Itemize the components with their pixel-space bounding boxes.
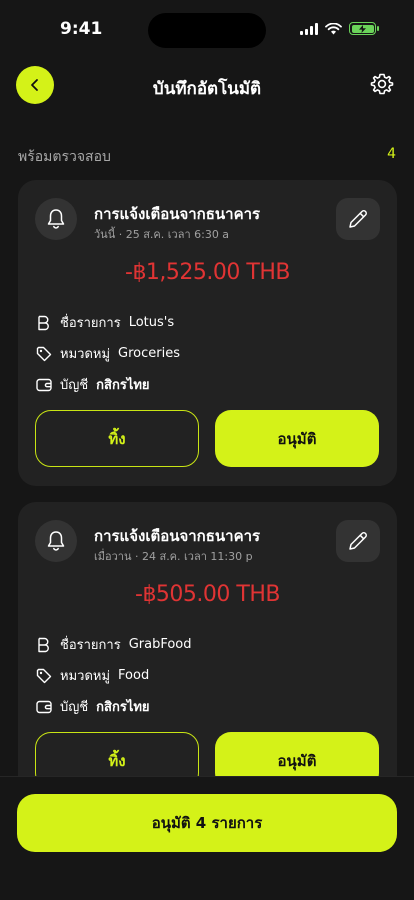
pencil-icon (349, 532, 367, 550)
tag-icon (36, 668, 52, 684)
wallet-icon (36, 377, 52, 393)
account-value: กสิกรไทย (96, 378, 150, 393)
transaction-card: การแจ้งเตือนจากธนาคาร วันนี้ · 25 ส.ค. เ… (18, 180, 397, 486)
category-label: หมวดหมู่ (60, 669, 111, 684)
account-label: บัญชี (60, 700, 89, 715)
card-title: การแจ้งเตือนจากธนาคาร (94, 527, 261, 545)
transaction-amount: -฿1,525.00 THB (125, 260, 290, 285)
section-header: พร้อมตรวจสอบ 4 (18, 146, 396, 168)
account-label: บัญชี (60, 378, 89, 393)
wallet-icon (36, 699, 52, 715)
merchant-label: ชื่อรายการ (60, 638, 121, 653)
status-time: 9:41 (60, 19, 103, 39)
transaction-card: การแจ้งเตือนจากธนาคาร เมื่อวาน · 24 ส.ค.… (18, 502, 397, 802)
transaction-amount: -฿505.00 THB (135, 582, 280, 607)
discard-button[interactable]: ทิ้ง (35, 410, 199, 467)
bell-icon-badge (35, 198, 77, 240)
pending-count: 4 (387, 146, 396, 162)
tag-icon (36, 346, 52, 362)
merchant-icon (36, 637, 52, 653)
merchant-row: ชื่อรายการ GrabFood (36, 634, 192, 655)
bell-icon (47, 531, 65, 551)
merchant-label: ชื่อรายการ (60, 316, 121, 331)
gear-icon (370, 73, 394, 95)
bell-icon (47, 209, 65, 229)
merchant-row: ชื่อรายการ Lotus's (36, 312, 174, 333)
merchant-icon (36, 315, 52, 331)
bell-icon-badge (35, 520, 77, 562)
edit-button[interactable] (336, 520, 380, 562)
battery-icon (349, 22, 379, 35)
approve-all-button[interactable]: อนุมัติ 4 รายการ (17, 794, 397, 852)
nav-bar: บันทึกอัตโนมัติ (0, 66, 414, 106)
category-row: หมวดหมู่ Groceries (36, 343, 180, 364)
approve-button[interactable]: อนุมัติ (215, 410, 379, 467)
status-bar: 9:41 (0, 0, 414, 60)
account-value: กสิกรไทย (96, 700, 150, 715)
section-title: พร้อมตรวจสอบ (18, 149, 111, 165)
card-timestamp: เมื่อวาน · 24 ส.ค. เวลา 11:30 p (94, 550, 253, 563)
status-icons (300, 22, 379, 35)
bottom-action-bar: อนุมัติ 4 รายการ (0, 776, 414, 900)
page-title: บันทึกอัตโนมัติ (152, 79, 262, 99)
category-label: หมวดหมู่ (60, 347, 111, 362)
category-value: Food (118, 668, 150, 683)
category-value: Groceries (118, 346, 180, 361)
settings-button[interactable] (370, 72, 396, 98)
card-timestamp: วันนี้ · 25 ส.ค. เวลา 6:30 a (94, 228, 230, 241)
account-row: บัญชี กสิกรไทย (36, 696, 150, 717)
signal-icon (300, 22, 318, 35)
account-row: บัญชี กสิกรไทย (36, 374, 150, 395)
card-title: การแจ้งเตือนจากธนาคาร (94, 205, 261, 223)
wifi-icon (325, 22, 342, 34)
pencil-icon (349, 210, 367, 228)
category-row: หมวดหมู่ Food (36, 665, 149, 686)
merchant-value: Lotus's (128, 315, 175, 330)
edit-button[interactable] (336, 198, 380, 240)
merchant-value: GrabFood (128, 637, 192, 652)
dynamic-island (148, 13, 266, 48)
